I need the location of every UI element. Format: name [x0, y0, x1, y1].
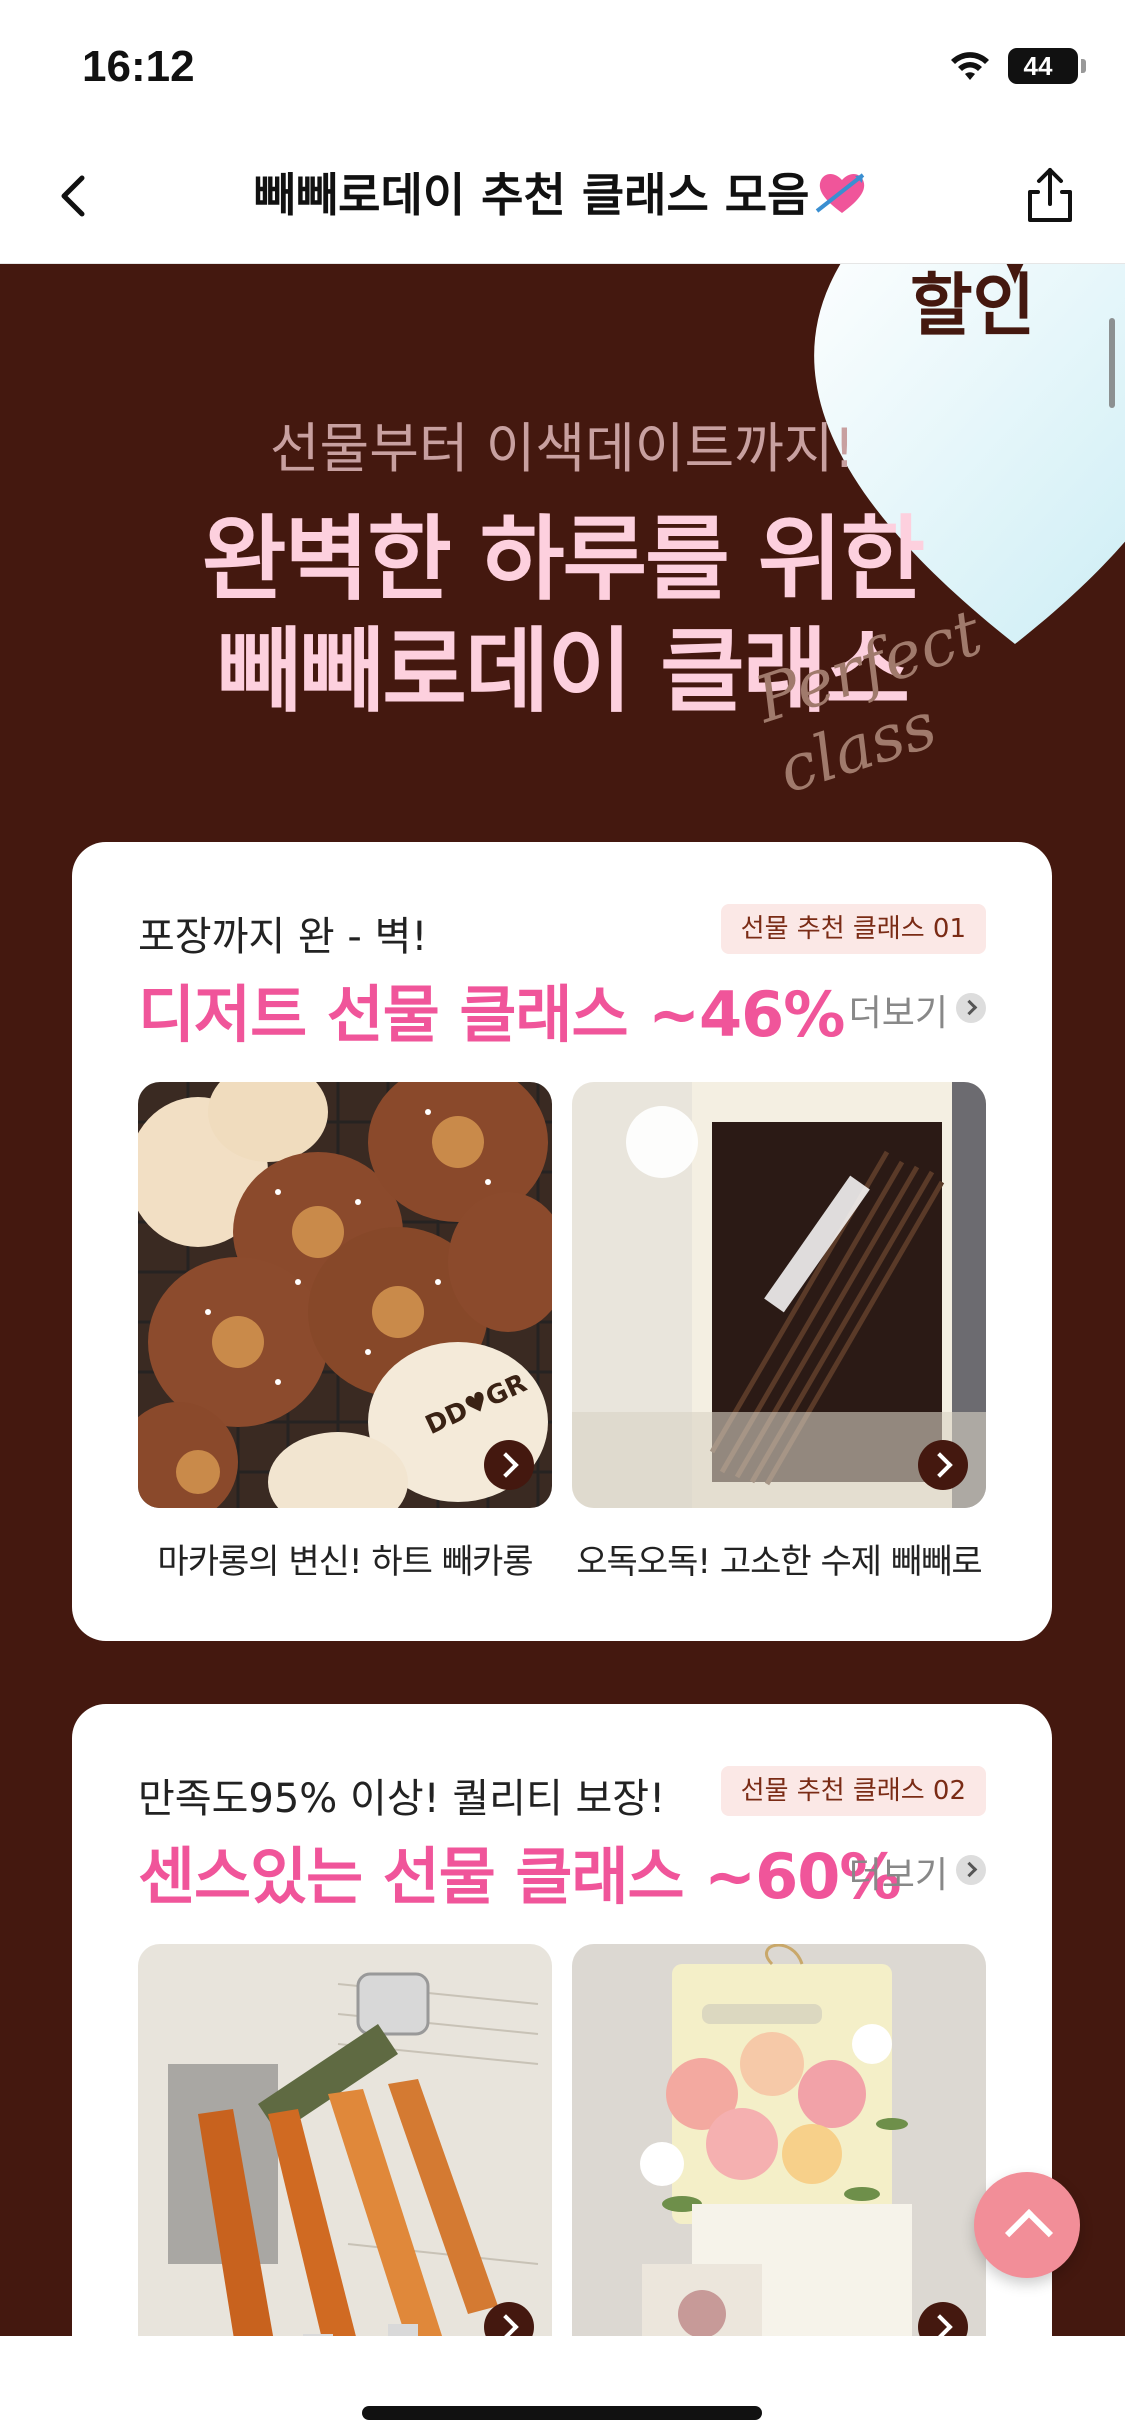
product-name: 오독오독! 고소한 수제 빼빼로: [576, 1542, 982, 1582]
hero-subtitle: 선물부터 이색데이트까지!: [269, 417, 856, 480]
product-card[interactable]: [572, 1944, 986, 2370]
section-card-gift: 만족도95% 이상! 퀄리티 보장! 선물 추천 클래스 02 센스있는 선물 …: [72, 1704, 1052, 2404]
chevron-right-icon: [956, 1855, 986, 1885]
chevron-right-icon: [956, 993, 986, 1023]
battery-level: 44: [1023, 51, 1053, 81]
share-icon: [1028, 168, 1072, 222]
product-image-watch-straps: [138, 1944, 552, 2370]
hero-banner: 할인 선물부터 이색데이트까지! 완벽한 하루를 위한 빼빼로데이 클래스 Pe…: [0, 264, 1125, 842]
product-image-flower-box: [572, 1944, 986, 2370]
section-tagline: 만족도95% 이상! 퀄리티 보장!: [138, 1776, 666, 1822]
product-image-heart-cookies: DD♥GR: [138, 1082, 552, 1508]
product-card[interactable]: [138, 1944, 552, 2370]
status-bar: 16:12 44: [0, 0, 1125, 130]
share-button[interactable]: [1010, 156, 1090, 236]
watch-strap-photo: [138, 1944, 552, 2370]
product-image-pepero-box: [572, 1082, 986, 1508]
flower-box-photo: [572, 1944, 986, 2370]
page-title: 빼빼로데이 추천 클래스 모음: [160, 160, 965, 230]
scroll-indicator: [1109, 318, 1115, 408]
product-card[interactable]: 오독오독! 고소한 수제 빼빼로: [572, 1082, 986, 1583]
page-title-text: 빼빼로데이 추천 클래스 모음: [253, 168, 810, 222]
more-label: 더보기: [848, 993, 948, 1034]
section-headline: 센스있는 선물 클래스 ~60%: [138, 1840, 901, 1913]
pepero-photo: [572, 1082, 986, 1508]
battery-icon: 44: [1008, 48, 1086, 84]
battery-tip: [1081, 59, 1086, 73]
go-arrow-icon: [918, 1440, 968, 1490]
section-card-dessert: 포장까지 완 - 벽! 선물 추천 클래스 01 디저트 선물 클래스 ~46%…: [72, 842, 1052, 1641]
home-indicator[interactable]: [362, 2406, 762, 2420]
home-indicator-area: [0, 2336, 1125, 2436]
go-arrow-icon: [484, 1440, 534, 1490]
product-card[interactable]: DD♥GR 마카롱의 변신! 하트 빼카롱: [138, 1082, 552, 1583]
more-link[interactable]: 더보기: [849, 1846, 986, 1898]
heart-arrow-emoji-icon: [816, 173, 865, 213]
more-label: 더보기: [848, 1855, 948, 1896]
content-area: 포장까지 완 - 벽! 선물 추천 클래스 01 디저트 선물 클래스 ~46%…: [0, 842, 1125, 2404]
nav-bar: 빼빼로데이 추천 클래스 모음: [0, 130, 1125, 264]
back-button[interactable]: [34, 156, 114, 236]
more-link[interactable]: 더보기: [849, 984, 986, 1036]
section-headline: 디저트 선물 클래스 ~46%: [138, 978, 845, 1051]
chevron-left-icon: [61, 175, 85, 217]
hero-corner-text: 할인: [910, 267, 1036, 346]
product-name: 마카롱의 변신! 하트 빼카롱: [157, 1542, 533, 1582]
cookie-photo: DD♥GR: [138, 1082, 552, 1508]
status-time: 16:12: [82, 42, 195, 91]
section-tag: 선물 추천 클래스 01: [720, 904, 986, 954]
wifi-icon: [951, 52, 989, 80]
scroll-to-top-button[interactable]: [974, 2172, 1080, 2278]
section-tagline: 포장까지 완 - 벽!: [138, 914, 428, 960]
section-tag: 선물 추천 클래스 02: [720, 1766, 986, 1816]
